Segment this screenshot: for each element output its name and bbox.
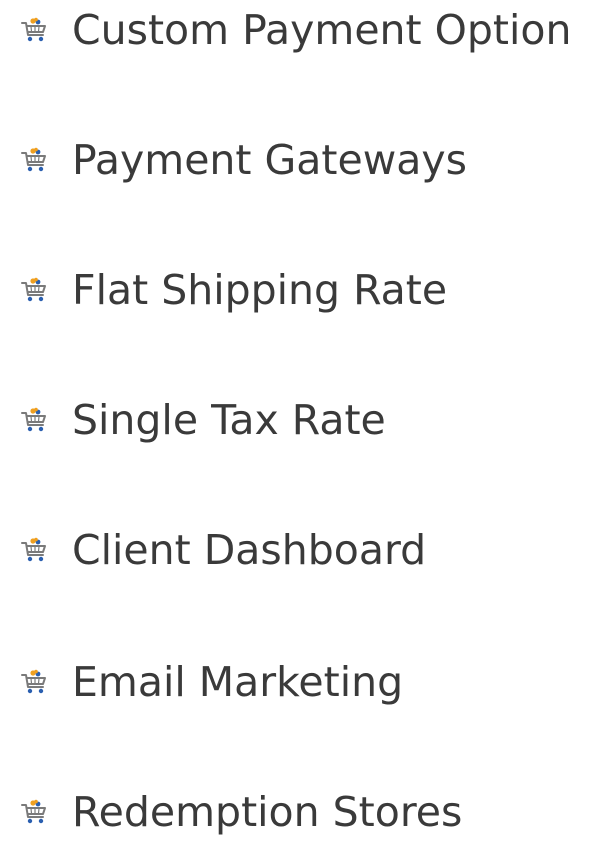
list-item: Email Marketing <box>20 652 403 712</box>
feature-label: Client Dashboard <box>72 526 427 574</box>
feature-label: Custom Payment Option <box>72 6 572 54</box>
feature-label: Single Tax Rate <box>72 396 386 444</box>
shopping-cart-icon <box>20 17 48 43</box>
feature-label: Email Marketing <box>72 658 404 706</box>
shopping-cart-icon <box>20 799 48 825</box>
list-item: Flat Shipping Rate <box>20 260 447 320</box>
list-item: Payment Gateways <box>20 130 467 190</box>
shopping-cart-icon <box>20 277 48 303</box>
list-item: Single Tax Rate <box>20 390 386 450</box>
shopping-cart-icon <box>20 147 48 173</box>
feature-label: Payment Gateways <box>72 136 468 184</box>
list-item: Client Dashboard <box>20 520 426 580</box>
list-item: Redemption Stores <box>20 782 462 842</box>
shopping-cart-icon <box>20 537 48 563</box>
shopping-cart-icon <box>20 407 48 433</box>
list-item: Custom Payment Option <box>20 0 571 60</box>
feature-label: Flat Shipping Rate <box>72 266 448 314</box>
feature-label: Redemption Stores <box>72 788 463 836</box>
shopping-cart-icon <box>20 669 48 695</box>
